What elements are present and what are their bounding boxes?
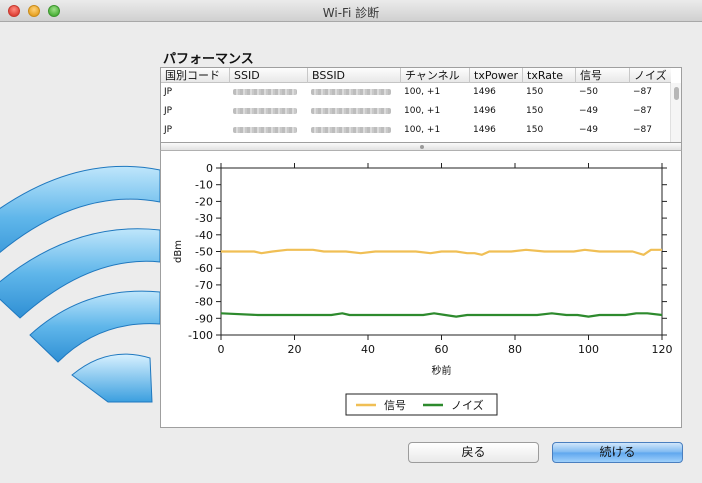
y-tick-label: -60 bbox=[195, 262, 213, 275]
cell-noise: −87 bbox=[633, 87, 652, 97]
column-header-noise[interactable]: ノイズ bbox=[630, 68, 671, 83]
column-header-bssid[interactable]: BSSID bbox=[308, 68, 401, 83]
y-tick-label: 0 bbox=[206, 162, 213, 175]
cell-bssid-redacted bbox=[308, 121, 401, 140]
cell-txpower: 1496 bbox=[473, 125, 496, 135]
scrollbar-thumb[interactable] bbox=[674, 87, 679, 100]
column-header-txpower[interactable]: txPower bbox=[470, 68, 523, 83]
cell-txrate: 150 bbox=[526, 87, 544, 97]
cell-country: JP bbox=[164, 87, 173, 97]
back-button[interactable]: 戻る bbox=[408, 442, 539, 463]
table-row[interactable]: JP 100, +1 1496 150 −50 −87 bbox=[161, 83, 671, 102]
continue-button[interactable]: 続ける bbox=[552, 442, 683, 463]
cell-txrate: 150 bbox=[526, 125, 544, 135]
x-tick-label: 40 bbox=[361, 343, 375, 356]
table-row[interactable]: JP 100, +1 1496 150 −49 −87 bbox=[161, 121, 671, 140]
cell-country: JP bbox=[164, 106, 173, 116]
cell-txpower: 1496 bbox=[473, 87, 496, 97]
wifi-icon bbox=[0, 165, 161, 403]
cell-country: JP bbox=[164, 125, 173, 135]
title-bar: Wi-Fi 診断 bbox=[0, 0, 702, 22]
divider-handle-icon[interactable] bbox=[420, 145, 424, 149]
x-tick-label: 60 bbox=[435, 343, 449, 356]
cell-channel: 100, +1 bbox=[404, 106, 441, 116]
column-header-txrate[interactable]: txRate bbox=[523, 68, 576, 83]
cell-ssid-redacted bbox=[230, 121, 308, 140]
cell-signal: −50 bbox=[579, 87, 598, 97]
cell-txrate: 150 bbox=[526, 106, 544, 116]
y-tick-label: -40 bbox=[195, 229, 213, 242]
column-header-signal[interactable]: 信号 bbox=[576, 68, 630, 83]
x-tick-label: 120 bbox=[652, 343, 673, 356]
cell-txpower: 1496 bbox=[473, 106, 496, 116]
table-row[interactable]: JP 100, +1 1496 150 −49 −87 bbox=[161, 102, 671, 121]
cell-signal: −49 bbox=[579, 106, 598, 116]
cell-signal: −49 bbox=[579, 125, 598, 135]
cell-noise: −87 bbox=[633, 125, 652, 135]
table-scrollbar[interactable] bbox=[670, 83, 681, 142]
x-axis-label: 秒前 bbox=[432, 364, 452, 377]
y-axis-label: dBm bbox=[173, 240, 184, 263]
table-header: 国別コード SSID BSSID チャンネル txPower txRate 信号… bbox=[161, 68, 671, 83]
window-title: Wi-Fi 診断 bbox=[322, 6, 380, 20]
cell-bssid-redacted bbox=[308, 83, 401, 102]
x-tick-label: 20 bbox=[288, 343, 302, 356]
y-tick-label: -10 bbox=[195, 179, 213, 192]
network-table[interactable]: 国別コード SSID BSSID チャンネル txPower txRate 信号… bbox=[160, 67, 682, 143]
signal-noise-chart: 0 -10 -20 -30 -40 -50 -60 -70 -80 -90 -100 0 20 40 60 8… bbox=[173, 162, 673, 416]
column-header-ssid[interactable]: SSID bbox=[230, 68, 308, 83]
split-view-divider[interactable] bbox=[160, 143, 682, 151]
legend-signal-label: 信号 bbox=[384, 399, 406, 412]
cell-noise: −87 bbox=[633, 106, 652, 116]
cell-channel: 100, +1 bbox=[404, 125, 441, 135]
column-header-country[interactable]: 国別コード bbox=[161, 68, 230, 83]
y-tick-label: -100 bbox=[188, 329, 213, 342]
section-title: パフォーマンス bbox=[163, 52, 254, 67]
cell-ssid-redacted bbox=[230, 83, 308, 102]
x-tick-label: 100 bbox=[578, 343, 599, 356]
cell-channel: 100, +1 bbox=[404, 87, 441, 97]
cell-ssid-redacted bbox=[230, 102, 308, 121]
column-header-channel[interactable]: チャンネル bbox=[401, 68, 470, 83]
x-tick-label: 80 bbox=[508, 343, 522, 356]
legend-noise-label: ノイズ bbox=[451, 398, 484, 412]
y-tick-label: -20 bbox=[195, 195, 213, 208]
x-tick-label: 0 bbox=[218, 343, 225, 356]
y-tick-label: -70 bbox=[195, 279, 213, 292]
chart-panel: 0 -10 -20 -30 -40 -50 -60 -70 -80 -90 -100 0 20 40 60 8… bbox=[160, 151, 682, 428]
y-tick-label: -50 bbox=[195, 246, 213, 259]
y-tick-label: -90 bbox=[195, 312, 213, 325]
y-tick-label: -80 bbox=[195, 296, 213, 309]
y-tick-label: -30 bbox=[195, 212, 213, 225]
cell-bssid-redacted bbox=[308, 102, 401, 121]
